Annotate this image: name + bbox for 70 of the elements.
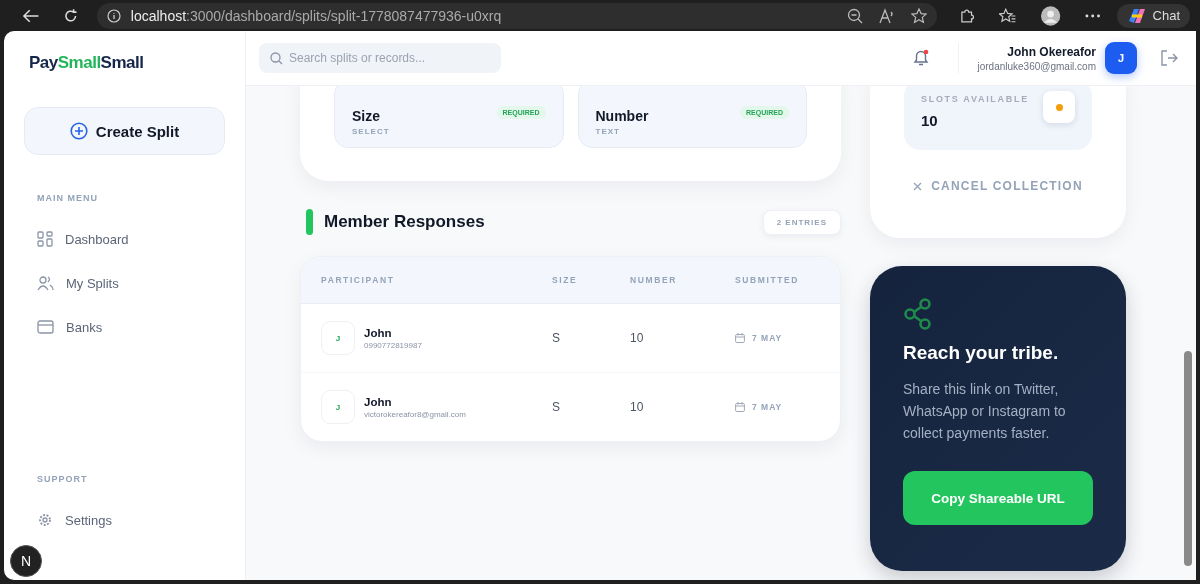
field-label: Size <box>352 108 381 124</box>
settings-icon <box>37 512 53 528</box>
participant-avatar: J <box>321 321 355 355</box>
submitted-date: 7 MAY <box>752 402 783 412</box>
nav-item[interactable]: Dashboard <box>24 217 225 261</box>
nav-item[interactable]: Banks <box>24 305 225 349</box>
submitted-date: 7 MAY <box>752 333 783 343</box>
section-heading: SUPPORT <box>37 474 89 484</box>
search-field[interactable]: Search splits or records... <box>259 43 501 73</box>
column-header: SIZE <box>552 275 579 285</box>
copilot-icon <box>1126 6 1147 25</box>
entries-count: 2 ENTRIES <box>762 209 841 235</box>
nav-label: Banks <box>66 319 103 335</box>
participant-name: John <box>364 326 393 339</box>
url-text: localhost:3000/dashboard/splits/split-1778087477936-u0xrq <box>130 7 502 24</box>
nav-item[interactable]: Settings <box>24 498 225 542</box>
read-aloud-icon[interactable] <box>879 7 896 24</box>
section-heading: MAIN MENU <box>37 193 99 203</box>
field-type: SELECT <box>352 127 391 136</box>
reload-icon[interactable] <box>63 7 79 24</box>
dev-tools-button[interactable]: N <box>10 545 42 577</box>
status-indicator <box>1043 91 1075 123</box>
table-cell-text: 10 <box>630 400 645 414</box>
info-icon <box>106 8 121 23</box>
puzzle-icon[interactable] <box>959 7 975 24</box>
nav-item[interactable]: My Splits <box>24 261 225 305</box>
column-header: PARTICIPANT <box>321 275 396 285</box>
slots-value: 10 <box>921 111 939 129</box>
address-bar[interactable]: localhost:3000/dashboard/splits/split-1778087477936-u0xrq <box>96 2 938 29</box>
participant-contact: 0990772819987 <box>364 340 422 350</box>
calendar-icon <box>735 333 745 343</box>
table-cell-text: S <box>552 331 561 345</box>
calendar-icon <box>735 402 745 412</box>
participant-name: John <box>364 395 393 408</box>
bell-icon[interactable] <box>912 49 931 67</box>
section-title: Member Responses <box>324 212 485 232</box>
grid-icon <box>37 231 53 247</box>
create-split-button[interactable]: Create Split <box>24 107 225 155</box>
slots-label: SLOTS AVAILABLE <box>921 93 1030 104</box>
card-icon <box>37 320 54 334</box>
nav-label: My Splits <box>66 275 119 291</box>
share-icon <box>903 298 933 330</box>
table-cell-text: S <box>552 400 561 414</box>
zoom-out-icon[interactable] <box>847 7 864 24</box>
chat-button[interactable]: Chat <box>1116 3 1190 28</box>
close-icon <box>913 181 923 191</box>
favorites-icon[interactable] <box>998 7 1016 24</box>
participant-avatar: J <box>321 390 355 424</box>
column-header: SUBMITTED <box>735 275 800 285</box>
participant-contact: victorokereafor8@gmail.com <box>364 409 466 419</box>
accent-bar <box>306 209 313 235</box>
column-header: NUMBER <box>630 275 678 285</box>
user-email: jordanluke360@gmail.com <box>977 60 1096 72</box>
logo[interactable]: PaySmallSmall <box>29 53 225 73</box>
plus-circle-icon <box>69 122 88 140</box>
nav-label: Settings <box>65 512 112 528</box>
user-avatar[interactable]: J <box>1105 42 1137 74</box>
nav-label: Dashboard <box>65 231 129 247</box>
field-label: Number <box>595 108 650 124</box>
users-icon <box>37 275 54 291</box>
share-description: Share this link on Twitter, WhatsApp or Instagram to collect payments faster. <box>903 380 1067 443</box>
back-icon[interactable] <box>22 8 40 23</box>
table-cell-text: 10 <box>630 331 645 345</box>
more-icon[interactable] <box>1085 13 1101 18</box>
share-title: Reach your tribe. <box>903 342 1060 364</box>
logout-icon[interactable] <box>1160 49 1178 67</box>
user-name: John Okereafor <box>1007 44 1096 59</box>
profile-icon[interactable] <box>1039 4 1062 27</box>
star-icon[interactable] <box>911 7 928 24</box>
field-type: TEXT <box>595 127 621 136</box>
